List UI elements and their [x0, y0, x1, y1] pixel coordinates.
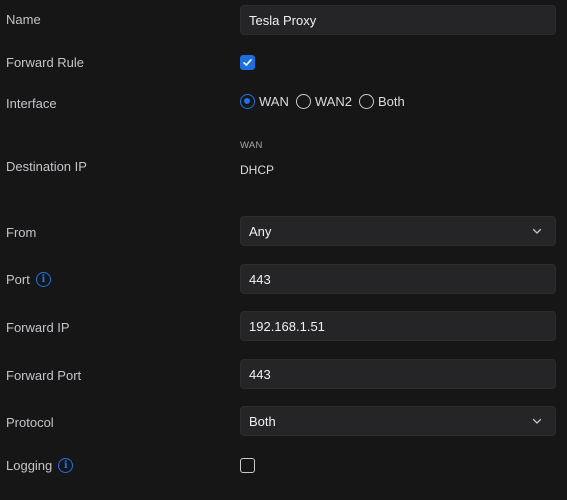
- from-label: From: [6, 225, 37, 240]
- interface-radio-group: WAN WAN2 Both: [240, 94, 412, 109]
- logging-label: Logging i: [6, 458, 74, 473]
- destination-ip-value: DHCP: [240, 163, 275, 177]
- port-forward-form: Name Tesla Proxy Forward Rule Interface …: [0, 0, 567, 500]
- destination-ip-label: Destination IP: [6, 159, 87, 174]
- chevron-down-icon: [532, 228, 542, 234]
- interface-label: Interface: [6, 96, 57, 111]
- forward-rule-checkbox[interactable]: [240, 55, 255, 70]
- logging-checkbox[interactable]: [240, 458, 255, 473]
- protocol-label: Protocol: [6, 415, 54, 430]
- port-label: Port i: [6, 272, 51, 287]
- forward-rule-label: Forward Rule: [6, 55, 85, 70]
- info-icon[interactable]: i: [35, 272, 51, 287]
- name-input[interactable]: Tesla Proxy: [240, 5, 556, 35]
- forward-ip-input[interactable]: 192.168.1.51: [240, 311, 556, 341]
- forward-port-label: Forward Port: [6, 368, 82, 383]
- forward-ip-label: Forward IP: [6, 320, 70, 335]
- protocol-select[interactable]: Both: [240, 406, 556, 436]
- forward-port-input[interactable]: 443: [240, 359, 556, 389]
- port-input[interactable]: 443: [240, 264, 556, 294]
- chevron-down-icon: [532, 418, 542, 424]
- info-icon[interactable]: i: [58, 458, 74, 473]
- radio-icon: [358, 94, 374, 109]
- destination-ip-caption: WAN: [240, 140, 263, 151]
- interface-option-wan[interactable]: WAN: [240, 94, 289, 109]
- radio-selected-icon: [240, 94, 255, 109]
- interface-option-wan2[interactable]: WAN2: [295, 94, 352, 109]
- check-icon: [243, 59, 252, 66]
- interface-option-both[interactable]: Both: [358, 94, 405, 109]
- radio-icon: [295, 94, 311, 109]
- from-select[interactable]: Any: [240, 216, 556, 246]
- name-label: Name: [6, 12, 41, 27]
